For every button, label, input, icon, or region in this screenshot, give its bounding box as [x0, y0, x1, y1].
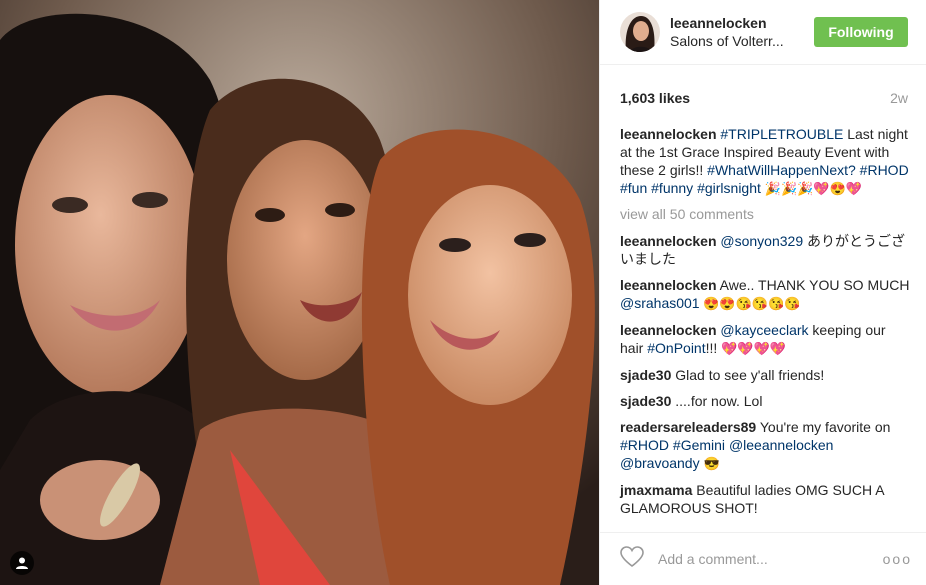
post-photo[interactable]	[0, 0, 599, 585]
add-comment-input[interactable]: Add a comment...	[658, 551, 883, 567]
comment-item: leeannelocken @kayceeclark keeping our h…	[620, 321, 910, 358]
comment-text: Glad to see y'all friends!	[671, 367, 825, 383]
comment-username[interactable]: sjade30	[620, 367, 671, 383]
view-all-comments-link[interactable]: view all 50 comments	[620, 205, 910, 223]
post-header: leeannelocken Salons of Volterr... Follo…	[600, 0, 926, 65]
comment-username[interactable]: jmaxmama	[620, 482, 692, 498]
caption-username[interactable]: leeannelocken	[620, 126, 717, 142]
comment-item: jmaxmama Beautiful ladies OMG SUCH A GLA…	[620, 481, 910, 517]
comment-item: readersareleaders89 You're my favorite o…	[620, 418, 910, 473]
comment-username[interactable]: sjade30	[620, 393, 671, 409]
comment-text: Awe.. THANK YOU SO MUCH	[716, 277, 910, 293]
selfie-image	[0, 0, 599, 585]
comment-username[interactable]: leeannelocken	[620, 277, 717, 293]
comment-username[interactable]: readersareleaders89	[620, 419, 756, 435]
likes-count[interactable]: 1,603 likes	[620, 90, 690, 106]
comment-emojis: 😎	[703, 456, 720, 471]
hashtag-link[interactable]: #RHOD	[620, 437, 669, 453]
mention-link[interactable]: @bravoandy	[620, 455, 700, 471]
hashtag-link[interactable]: #OnPoint	[647, 340, 705, 356]
post-sidebar: leeannelocken Salons of Volterr... Follo…	[599, 0, 926, 585]
hashtag-link[interactable]: #WhatWillHappenNext?	[707, 162, 856, 178]
comment-text: You're my favorite on	[756, 419, 891, 435]
post-username[interactable]: leeannelocken	[670, 14, 814, 32]
comment-bar: Add a comment... ooo	[600, 532, 926, 585]
post-timestamp[interactable]: 2w	[890, 90, 908, 106]
heart-icon[interactable]	[620, 545, 644, 573]
hashtag-link[interactable]: #funny	[651, 180, 693, 196]
avatar[interactable]	[620, 12, 660, 52]
hashtag-link[interactable]: #fun	[620, 180, 647, 196]
mention-link[interactable]: @leeannelocken	[729, 437, 834, 453]
comment-item: sjade30 Glad to see y'all friends!	[620, 366, 910, 384]
comment-item: leeannelocken Awe.. THANK YOU SO MUCH @s…	[620, 276, 910, 313]
comment-emojis: 😍😍😘😘😘😘	[699, 296, 801, 311]
comments-section: leeannelocken #TRIPLETROUBLE Last night …	[620, 125, 910, 525]
comment-item: sjade30 ....for now. Lol	[620, 392, 910, 410]
mention-link[interactable]: @srahas001	[620, 295, 700, 311]
more-options-icon[interactable]: ooo	[883, 551, 912, 567]
mention-link[interactable]: @kayceeclark	[720, 322, 808, 338]
comment-username[interactable]: leeannelocken	[620, 322, 717, 338]
comment-username[interactable]: leeannelocken	[620, 233, 717, 249]
comment-text: ....for now. Lol	[671, 393, 763, 409]
caption-emojis: 🎉🎉🎉💖😍💖	[764, 181, 862, 196]
mention-link[interactable]: @sonyon329	[720, 233, 803, 249]
post-location[interactable]: Salons of Volterr...	[670, 32, 814, 50]
following-button[interactable]: Following	[814, 17, 908, 47]
hashtag-link[interactable]: #RHOD	[860, 162, 909, 178]
hashtag-link[interactable]: #TRIPLETROUBLE	[720, 126, 843, 142]
hashtag-link[interactable]: #Gemini	[673, 437, 725, 453]
hashtag-link[interactable]: #girlsnight	[697, 180, 761, 196]
comment-text: !!!	[705, 340, 722, 356]
user-tag-icon[interactable]	[10, 551, 34, 575]
caption: leeannelocken #TRIPLETROUBLE Last night …	[620, 125, 910, 198]
comment-item: leeannelocken @sonyon329 ありがとうございました	[620, 232, 910, 268]
comment-emojis: 💖💖💖💖	[721, 341, 786, 356]
